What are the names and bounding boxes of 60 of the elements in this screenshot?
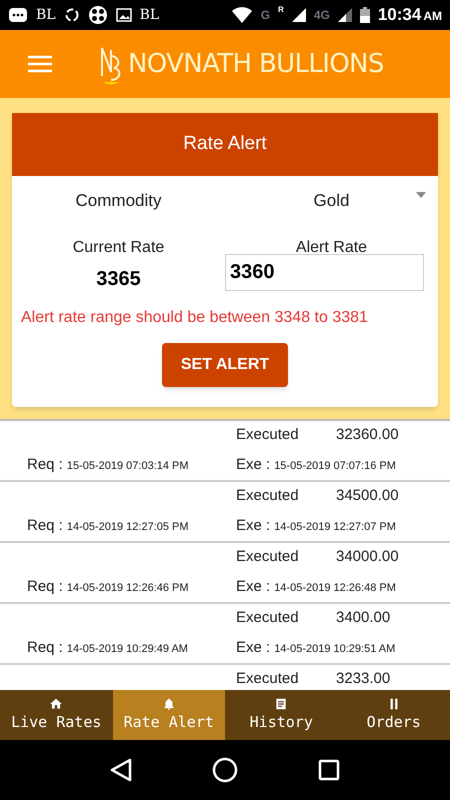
nav-tab[interactable]: History: [225, 690, 338, 740]
request-time: 15-05-2019 07:03:14 PM: [66, 458, 189, 474]
status-text: Executed: [236, 669, 300, 689]
request-label: Req :: [27, 516, 63, 536]
executed-label: Exe :: [236, 454, 270, 474]
status-text: Executed: [236, 547, 300, 567]
message-icon: [8, 7, 28, 23]
sync-icon: [64, 7, 80, 23]
amount-text: 3400.00: [336, 608, 392, 628]
brand-name: NOVNATH BULLIONS: [128, 48, 384, 80]
current-rate-value: 3365: [95, 266, 142, 292]
wifi-icon: [230, 7, 253, 23]
alert-rate-input[interactable]: 3360: [225, 254, 424, 290]
battery-icon: [360, 7, 370, 23]
current-rate-label: Current Rate: [72, 238, 166, 258]
amount-text: 3233.00: [336, 669, 392, 689]
executed-label: Exe :: [236, 638, 270, 658]
card-title: Rate Alert: [12, 113, 438, 176]
signal-icon: [338, 8, 352, 22]
network-text: G: [260, 7, 270, 24]
amount-text: 34000.00: [336, 547, 400, 567]
commodity-dropdown[interactable]: Gold: [225, 188, 438, 214]
status-text: BL: [36, 6, 56, 24]
executed-time: 15-05-2019 07:07:16 PM: [274, 458, 396, 474]
image-icon: [116, 8, 132, 22]
request-label: Req :: [27, 454, 63, 474]
home-icon[interactable]: [212, 757, 238, 783]
dropdown-caret-icon: [416, 192, 426, 198]
nav-tab[interactable]: Live Rates: [0, 690, 112, 740]
bell-icon: [162, 696, 176, 711]
amount-text: 34500.00: [336, 486, 400, 506]
fan-icon: [88, 5, 108, 25]
network-text: 4G: [314, 7, 330, 24]
network-text: R: [278, 4, 284, 16]
executed-label: Exe :: [236, 516, 270, 536]
commodity-label: Commodity: [74, 190, 162, 212]
status-text: Executed: [236, 425, 300, 445]
signal-icon: [292, 8, 306, 22]
home-icon: [49, 696, 64, 711]
amount-text: 32360.00: [336, 425, 400, 445]
back-icon[interactable]: [110, 758, 132, 782]
request-label: Req :: [27, 638, 63, 658]
clock-time: 10:34: [378, 4, 422, 26]
request-time: 14-05-2019 10:29:49 AM: [66, 642, 188, 656]
set-alert-button[interactable]: SET ALERT: [162, 342, 288, 386]
executed-time: 14-05-2019 12:26:48 PM: [274, 580, 396, 596]
nav-tab[interactable]: Orders: [338, 690, 450, 740]
executed-time: 14-05-2019 10:29:51 AM: [274, 642, 396, 656]
request-time: 14-05-2019 12:27:05 PM: [66, 520, 189, 534]
document-icon: [274, 696, 288, 711]
request-time: 14-05-2019 12:26:46 PM: [66, 580, 189, 596]
request-label: Req :: [27, 576, 63, 596]
status-text: BL: [140, 6, 160, 24]
executed-label: Exe :: [236, 576, 270, 596]
status-text: Executed: [236, 486, 300, 506]
status-text: Executed: [236, 608, 300, 628]
recents-icon[interactable]: [318, 759, 340, 781]
clock-ampm: AM: [423, 8, 442, 26]
executed-time: 14-05-2019 12:27:07 PM: [274, 520, 396, 534]
error-message: Alert rate range should be between 3348 to 3381: [20, 308, 369, 328]
